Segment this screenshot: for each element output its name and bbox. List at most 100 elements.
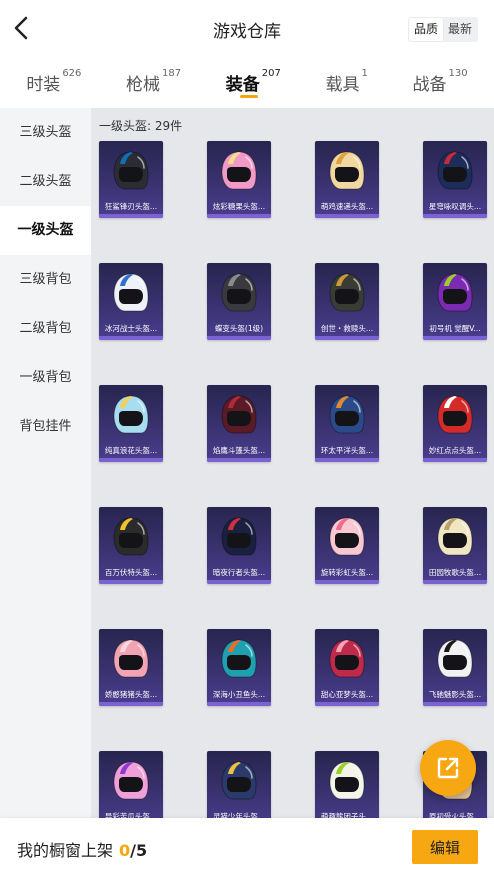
sort-by-newest[interactable]: 最新 (443, 18, 477, 41)
helmet-icon (329, 639, 365, 678)
helmet-name: 深海小丑鱼头... (212, 690, 266, 699)
helmet-name: 创世・救赎头... (320, 324, 374, 333)
back-button[interactable] (8, 14, 34, 42)
helmet-icon (437, 639, 473, 678)
helmet-card[interactable]: 萌鸡速递头盔... (315, 141, 379, 218)
helmet-name: 暗夜行者头盔... (212, 568, 266, 577)
helmet-card[interactable]: 焰鹰斗篷头盔... (207, 385, 271, 462)
helmet-icon (437, 151, 473, 190)
sidebar-item-level1-backpack[interactable]: 一级背包 (0, 353, 91, 402)
tab-weapons[interactable]: 枪械187 (126, 58, 181, 95)
tab-tactical[interactable]: 战备130 (413, 58, 468, 95)
helmet-name: 百万伏特头盔... (104, 568, 158, 577)
sort-by-quality[interactable]: 品质 (408, 18, 443, 41)
helmet-card[interactable]: 深海小丑鱼头... (207, 629, 271, 706)
chevron-left-icon (14, 16, 28, 40)
share-icon (437, 757, 459, 779)
category-tabs: 时装626 枪械187 装备207 载具1 战备130 (0, 58, 494, 108)
helmet-card[interactable]: 星穹咏叹调头... (423, 141, 487, 218)
helmet-icon (437, 273, 473, 312)
sidebar-item-level3-backpack[interactable]: 三级背包 (0, 255, 91, 304)
footer: 我的橱窗上架 0/5 编辑 (0, 818, 494, 875)
helmet-icon (437, 517, 473, 556)
helmet-card[interactable]: 异彩苦瓜头盔... (99, 751, 163, 818)
helmet-name: 狂鲨锋刃头盔... (104, 202, 158, 211)
helmet-name: 星穹咏叹调头... (428, 202, 482, 211)
sort-toggle: 品质 最新 (407, 17, 478, 42)
helmet-card[interactable]: 旋转彩虹头盔... (315, 507, 379, 584)
tab-label: 装备 (225, 75, 260, 95)
helmet-card[interactable]: 灵猫少年头盔... (207, 751, 271, 818)
item-grid: 狂鲨锋刃头盔... 炫彩糖果头盔... 萌鸡速递头盔... 星穹咏叹调头... 冰河战士… (99, 141, 489, 818)
helmet-name: 飞驰魅影头盔... (428, 690, 482, 699)
helmet-icon (329, 273, 365, 312)
showcase-max-count: /5 (130, 841, 148, 860)
helmet-name: 娇憨猪猪头盔... (104, 690, 158, 699)
helmet-card[interactable]: 暗夜行者头盔... (207, 507, 271, 584)
showcase-label: 我的橱窗上架 (17, 841, 114, 860)
showcase-current-count: 0 (119, 841, 131, 860)
helmet-name: 纯真浪花头盔... (104, 446, 158, 455)
helmet-name: 焰鹰斗篷头盔... (212, 446, 266, 455)
edit-button[interactable]: 编辑 (412, 830, 478, 864)
helmet-name: 环太平洋头盔... (320, 446, 374, 455)
sidebar-item-level2-backpack[interactable]: 二级背包 (0, 304, 91, 353)
helmet-name: 旋转彩虹头盔... (320, 568, 374, 577)
share-button[interactable] (420, 740, 476, 796)
tab-label: 时装 (26, 75, 61, 95)
helmet-icon (329, 151, 365, 190)
helmet-name: 蝶变头盔(1级) (214, 324, 264, 333)
tab-vehicles[interactable]: 载具1 (326, 58, 368, 95)
helmet-icon (113, 517, 149, 556)
helmet-card[interactable]: 萌趣熊团子头... (315, 751, 379, 818)
tab-count: 187 (162, 68, 182, 79)
tab-label: 载具 (325, 75, 360, 95)
tab-count: 207 (261, 68, 281, 79)
helmet-icon (329, 517, 365, 556)
tab-count: 1 (361, 68, 368, 79)
helmet-card[interactable]: 创世・救赎头... (315, 263, 379, 340)
helmet-icon (221, 761, 257, 800)
helmet-icon (113, 273, 149, 312)
helmet-card[interactable]: 纯真浪花头盔... (99, 385, 163, 462)
helmet-icon (113, 639, 149, 678)
helmet-name: 初号机 觉醒V... (429, 324, 481, 333)
helmet-icon (221, 639, 257, 678)
helmet-card[interactable]: 田园牧歌头盔... (423, 507, 487, 584)
helmet-icon (113, 395, 149, 434)
helmet-icon (221, 395, 257, 434)
sidebar-item-level3-helmet[interactable]: 三级头盔 (0, 108, 91, 157)
helmet-card[interactable]: 蝶变头盔(1级) (207, 263, 271, 340)
helmet-icon (221, 273, 257, 312)
helmet-card[interactable]: 初号机 觉醒V... (423, 263, 487, 340)
helmet-card[interactable]: 百万伏特头盔... (99, 507, 163, 584)
helmet-card[interactable]: 冰河战士头盔... (99, 263, 163, 340)
helmet-card[interactable]: 狂鲨锋刃头盔... (99, 141, 163, 218)
sidebar-item-backpack-charm[interactable]: 背包挂件 (0, 402, 91, 451)
helmet-name: 萌鸡速递头盔... (320, 202, 374, 211)
helmet-card[interactable]: 娇憨猪猪头盔... (99, 629, 163, 706)
helmet-card[interactable]: 甜心亚梦头盔... (315, 629, 379, 706)
helmet-card[interactable]: 炫彩糖果头盔... (207, 141, 271, 218)
helmet-name: 冰河战士头盔... (104, 324, 158, 333)
tab-fashion[interactable]: 时装626 (26, 58, 81, 95)
tab-label: 战备 (412, 75, 447, 95)
sidebar: 三级头盔 二级头盔 一级头盔 三级背包 二级背包 一级背包 背包挂件 (0, 108, 91, 818)
helmet-card[interactable]: 飞驰魅影头盔... (423, 629, 487, 706)
helmet-card[interactable]: 环太平洋头盔... (315, 385, 379, 462)
helmet-icon (329, 761, 365, 800)
helmet-icon (221, 517, 257, 556)
helmet-card[interactable]: 妙红点点头盔... (423, 385, 487, 462)
helmet-icon (437, 395, 473, 434)
helmet-name: 炫彩糖果头盔... (212, 202, 266, 211)
sidebar-item-level1-helmet[interactable]: 一级头盔 (0, 206, 91, 255)
showcase-status: 我的橱窗上架 0/5 (17, 837, 147, 861)
sidebar-item-level2-helmet[interactable]: 二级头盔 (0, 157, 91, 206)
helmet-icon (113, 151, 149, 190)
helmet-icon (113, 761, 149, 800)
tab-count: 626 (62, 68, 82, 79)
section-title: 一级头盔: 29件 (99, 119, 183, 133)
helmet-name: 妙红点点头盔... (428, 446, 482, 455)
tab-label: 枪械 (126, 75, 161, 95)
tab-equipment[interactable]: 装备207 (225, 58, 281, 98)
